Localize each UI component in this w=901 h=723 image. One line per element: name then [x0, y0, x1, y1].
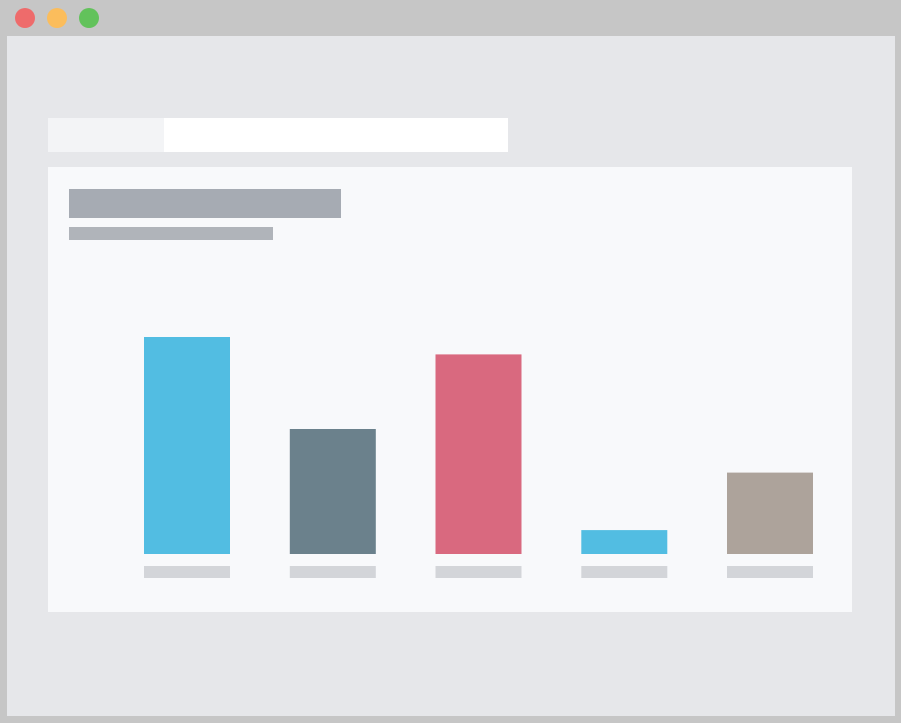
address-bar-prefix — [48, 118, 164, 152]
bar-chart — [144, 337, 813, 578]
chart-card — [48, 167, 852, 612]
tick-label-placeholder-1 — [144, 566, 230, 578]
address-bar[interactable] — [48, 118, 508, 152]
close-icon[interactable] — [15, 8, 35, 28]
tick-label-placeholder-2 — [289, 566, 376, 578]
tick-label-placeholder-3 — [435, 566, 522, 578]
minimize-icon[interactable] — [47, 8, 67, 28]
tick-label-placeholder-4 — [581, 566, 668, 578]
window-titlebar — [0, 0, 901, 36]
maximize-icon[interactable] — [79, 8, 99, 28]
bar-3 — [435, 354, 522, 554]
window-body — [7, 36, 895, 716]
bar-5 — [727, 472, 813, 554]
bar-4 — [581, 530, 668, 554]
bar-1 — [144, 337, 230, 554]
tick-label-placeholder-5 — [727, 566, 813, 578]
bar-2 — [289, 429, 376, 554]
